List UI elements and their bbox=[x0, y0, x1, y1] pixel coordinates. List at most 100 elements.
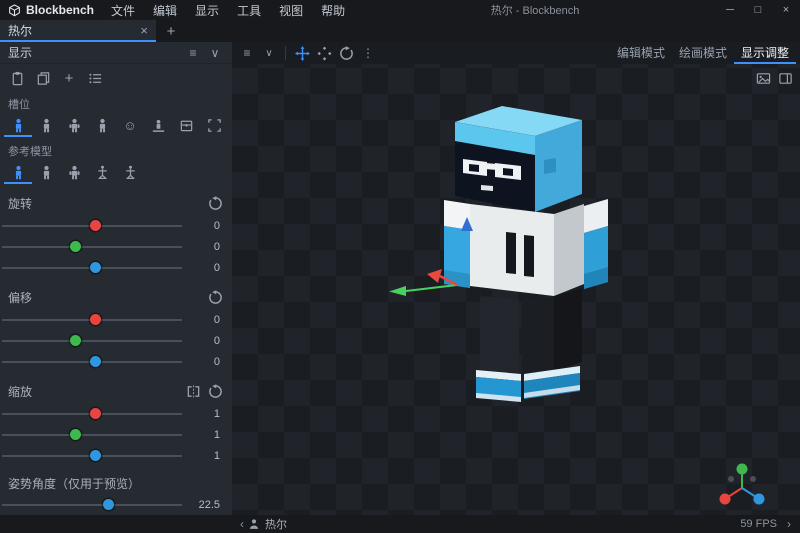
app-name: Blockbench bbox=[26, 3, 94, 17]
panel-title: 显示 bbox=[8, 44, 32, 61]
ref-small-armor-stand-button[interactable] bbox=[116, 162, 144, 184]
window-title: 热尔 - Blockbench bbox=[354, 2, 716, 18]
reset-offset-button[interactable] bbox=[204, 287, 226, 307]
more-tools-icon[interactable]: ⋮ bbox=[357, 43, 379, 63]
minecraft-character bbox=[444, 106, 608, 402]
viewport-canvas[interactable] bbox=[232, 42, 800, 515]
slot-head-button[interactable] bbox=[172, 115, 200, 137]
viewport-corner-tools bbox=[752, 68, 796, 88]
next-icon[interactable]: › bbox=[783, 517, 795, 531]
rotate-view-icon[interactable] bbox=[335, 43, 357, 63]
offset-z-value[interactable]: 0 bbox=[186, 356, 232, 368]
scale-label: 缩放 bbox=[8, 383, 182, 400]
minimize-button[interactable]: ─ bbox=[716, 0, 744, 20]
person-icon bbox=[95, 118, 110, 133]
model-selector[interactable]: 热尔 bbox=[248, 516, 287, 532]
display-toolbar: + bbox=[0, 64, 232, 90]
offset-y-slider[interactable] bbox=[2, 330, 186, 351]
mode-display[interactable]: 显示调整 bbox=[734, 42, 796, 64]
frame-icon bbox=[207, 118, 222, 133]
person-icon bbox=[39, 165, 54, 180]
panel-menu-icon[interactable]: ≡ bbox=[182, 43, 204, 63]
pivot-tool-icon[interactable] bbox=[313, 43, 335, 63]
rotation-y-slider[interactable] bbox=[2, 236, 186, 257]
tab-model[interactable]: 热尔 × bbox=[0, 20, 156, 42]
toolbar-menu-icon[interactable]: ≡ bbox=[236, 43, 258, 63]
scale-z-value[interactable]: 1 bbox=[186, 450, 232, 462]
reset-rotation-button[interactable] bbox=[204, 193, 226, 213]
ref-zombie-button[interactable] bbox=[60, 162, 88, 184]
viewport-toolbar: ≡ ∨ ⋮ 编辑模式 绘画模式 显示调整 bbox=[232, 42, 800, 64]
armor-stand-icon bbox=[123, 165, 138, 180]
maximize-button[interactable]: □ bbox=[744, 0, 772, 20]
ref-armor-stand-button[interactable] bbox=[88, 162, 116, 184]
offset-y-value[interactable]: 0 bbox=[186, 335, 232, 347]
toolbar-chevron-down-icon[interactable]: ∨ bbox=[258, 43, 280, 63]
pose-angle-value[interactable]: 22.5 bbox=[186, 499, 232, 511]
slot-gui-button[interactable]: ☺ bbox=[116, 115, 144, 137]
scale-y-slider[interactable] bbox=[2, 424, 186, 445]
person-arms-icon bbox=[67, 165, 82, 180]
scale-y-value[interactable]: 1 bbox=[186, 429, 232, 441]
reset-scale-button[interactable] bbox=[204, 381, 226, 401]
menu-edit[interactable]: 编辑 bbox=[144, 2, 186, 19]
panel-collapse-icon[interactable]: ∨ bbox=[204, 43, 226, 63]
prev-model-icon[interactable]: ‹ bbox=[236, 517, 248, 531]
ref-slim-player-button[interactable] bbox=[32, 162, 60, 184]
move-tool-icon[interactable] bbox=[291, 43, 313, 63]
toggle-panel-icon[interactable] bbox=[774, 68, 796, 88]
rotation-z-value[interactable]: 0 bbox=[186, 262, 232, 274]
viewport[interactable]: ≡ ∨ ⋮ 编辑模式 绘画模式 显示调整 bbox=[232, 42, 800, 515]
axis-orientation-gizmo[interactable] bbox=[720, 464, 765, 505]
tab-bar: 热尔 × + bbox=[0, 20, 800, 42]
scale-x-slider[interactable] bbox=[2, 403, 186, 424]
menu-help[interactable]: 帮助 bbox=[312, 2, 354, 19]
rotation-z-slider[interactable] bbox=[2, 257, 186, 278]
slot-firstperson-left-button[interactable] bbox=[88, 115, 116, 137]
slot-thirdperson-left-button[interactable] bbox=[32, 115, 60, 137]
armor-stand-icon bbox=[95, 165, 110, 180]
slot-firstperson-right-button[interactable] bbox=[60, 115, 88, 137]
scale-z-slider[interactable] bbox=[2, 445, 186, 466]
slot-thirdperson-right-button[interactable] bbox=[4, 115, 32, 137]
offset-x-slider[interactable] bbox=[2, 309, 186, 330]
fps-counter: 59 FPS bbox=[740, 518, 777, 530]
ref-player-button[interactable] bbox=[4, 162, 32, 184]
rotation-label: 旋转 bbox=[8, 195, 204, 212]
offset-x-value[interactable]: 0 bbox=[186, 314, 232, 326]
person-arms-icon bbox=[67, 118, 82, 133]
slot-label: 槽位 bbox=[0, 90, 232, 113]
close-button[interactable]: × bbox=[772, 0, 800, 20]
titlebar: Blockbench 文件 编辑 显示 工具 视图 帮助 热尔 - Blockb… bbox=[0, 0, 800, 20]
scale-x-value[interactable]: 1 bbox=[186, 408, 232, 420]
person-icon bbox=[39, 118, 54, 133]
menu-view[interactable]: 显示 bbox=[186, 2, 228, 19]
mode-edit[interactable]: 编辑模式 bbox=[610, 42, 672, 64]
new-tab-button[interactable]: + bbox=[156, 20, 186, 42]
link-scales-icon[interactable] bbox=[182, 381, 204, 401]
ground-icon bbox=[151, 118, 166, 133]
status-bar: ‹ 热尔 59 FPS › bbox=[0, 515, 800, 533]
mode-switcher: 编辑模式 绘画模式 显示调整 bbox=[610, 42, 796, 64]
panel-header: 显示 ≡ ∨ bbox=[0, 42, 232, 64]
mode-paint[interactable]: 绘画模式 bbox=[672, 42, 734, 64]
offset-z-slider[interactable] bbox=[2, 351, 186, 372]
bust-icon bbox=[248, 518, 260, 530]
paste-icon[interactable] bbox=[4, 67, 30, 89]
rotation-y-value[interactable]: 0 bbox=[186, 241, 232, 253]
slot-ground-button[interactable] bbox=[144, 115, 172, 137]
tab-close-icon[interactable]: × bbox=[140, 23, 148, 38]
pose-angle-slider[interactable] bbox=[2, 494, 186, 515]
menu-viewport[interactable]: 视图 bbox=[270, 2, 312, 19]
rotation-x-slider[interactable] bbox=[2, 215, 186, 236]
slot-fixed-button[interactable] bbox=[200, 115, 228, 137]
app-logo[interactable]: Blockbench bbox=[0, 3, 102, 17]
rotation-x-value[interactable]: 0 bbox=[186, 220, 232, 232]
screenshot-icon[interactable] bbox=[752, 68, 774, 88]
add-preset-icon[interactable]: + bbox=[56, 67, 82, 89]
menu-file[interactable]: 文件 bbox=[102, 2, 144, 19]
copy-icon[interactable] bbox=[30, 67, 56, 89]
menu-tools[interactable]: 工具 bbox=[228, 2, 270, 19]
person-icon bbox=[11, 118, 26, 133]
preset-list-icon[interactable] bbox=[82, 67, 108, 89]
